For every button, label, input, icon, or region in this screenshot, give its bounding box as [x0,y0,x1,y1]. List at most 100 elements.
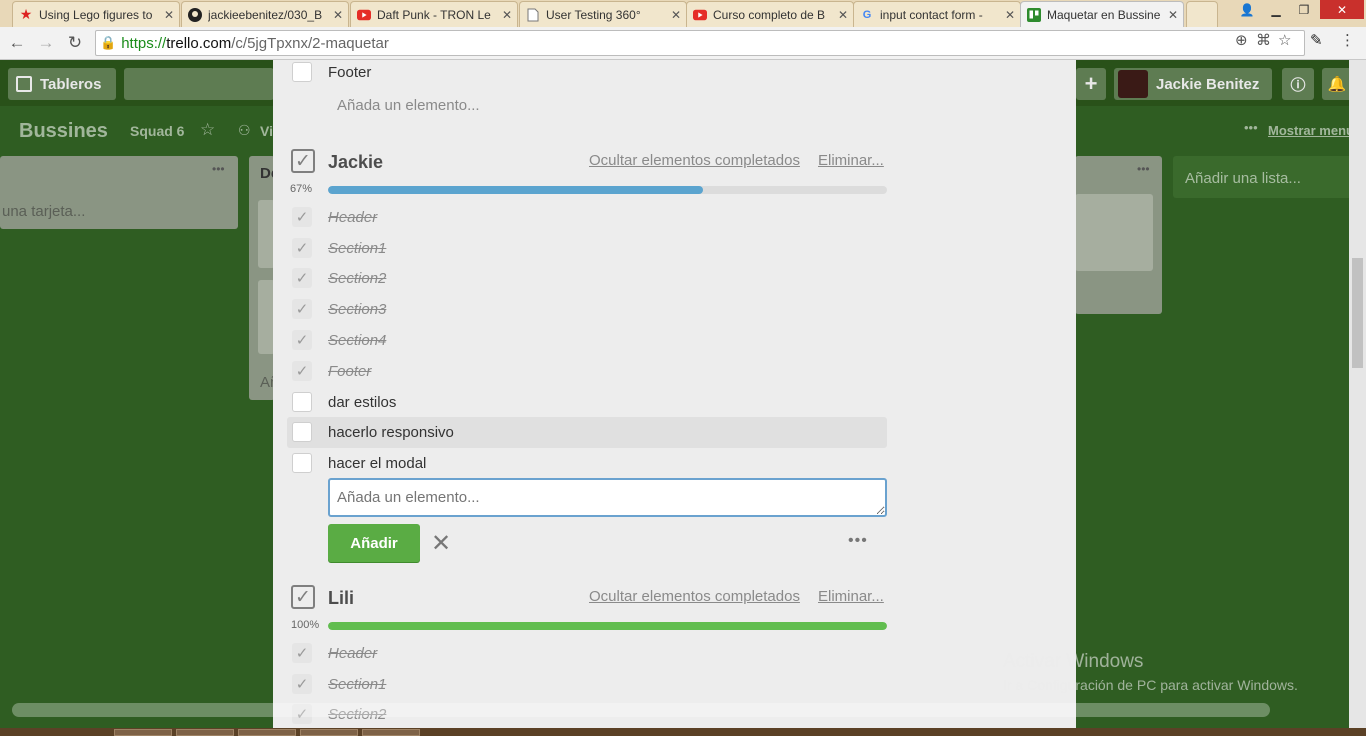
info-icon[interactable]: ⓘ [1282,68,1314,100]
tab-title: Maquetar en Bussine [1047,8,1161,22]
trello-icon [1027,8,1041,22]
checkbox[interactable] [292,392,312,412]
checklist-item-text[interactable]: Section3 [328,301,386,318]
checkbox-checked[interactable]: ✓ [292,207,312,227]
checklist-item-text[interactable]: Section1 [328,240,386,257]
url-host: trello.com [166,34,232,52]
visibility-label[interactable]: Vi [260,123,273,139]
checkbox-checked[interactable]: ✓ [292,361,312,381]
board-search-input[interactable] [124,68,274,100]
taskbar-item[interactable] [176,729,234,736]
tab-curso[interactable]: Curso completo de B ✕ [686,1,854,27]
add-card-link[interactable]: una tarjeta... [2,203,85,220]
checkbox[interactable] [292,453,312,473]
checklist-item-text[interactable]: hacerlo responsivo [328,424,454,441]
checkbox-checked[interactable]: ✓ [292,299,312,319]
hide-completed-link[interactable]: Ocultar elementos completados [589,588,800,605]
checkbox-checked[interactable]: ✓ [292,268,312,288]
url-input[interactable]: 🔒 https://trello.com/c/5jgTpxnx/2-maquet… [95,30,1305,56]
checkbox-checked[interactable]: ✓ [292,674,312,694]
tab-maquetar[interactable]: Maquetar en Bussine ✕ [1020,1,1184,28]
add-item-link[interactable]: Añada un elemento... [337,97,480,114]
taskbar-item[interactable] [238,729,296,736]
vertical-scrollbar[interactable] [1349,60,1366,728]
close-icon[interactable]: ✕ [1005,8,1015,22]
checklist-item-text[interactable]: Section4 [328,332,386,349]
close-icon[interactable]: ✕ [333,8,343,22]
checkbox-checked[interactable]: ✓ [292,643,312,663]
list-card[interactable] [1075,194,1153,271]
list-column: De Añ [249,156,279,400]
minimize-icon[interactable]: ▁ [1262,0,1290,19]
taskbar-item[interactable] [114,729,172,736]
show-menu-link[interactable]: Mostrar menú [1268,123,1354,138]
checklist-item-text[interactable]: Section1 [328,676,386,693]
forward-icon[interactable]: → [35,32,57,54]
back-icon[interactable]: ← [6,32,28,54]
checklist-item-text[interactable]: Footer [328,64,371,81]
close-icon[interactable]: ✕ [430,530,452,557]
checklist-item-text[interactable]: Header [328,645,377,662]
close-icon[interactable]: ✕ [671,8,681,22]
board-title[interactable]: Bussines [19,120,108,143]
user-menu[interactable]: Jackie Benitez [1114,68,1272,100]
close-icon[interactable]: ✕ [838,8,848,22]
avatar [1118,70,1148,98]
translate-icon[interactable]: ⌘ [1256,31,1271,49]
tab-title: input contact form - [880,7,983,22]
delete-checklist-link[interactable]: Eliminar... [818,588,884,605]
checklist-item-text[interactable]: Footer [328,363,371,380]
boards-button[interactable]: Tableros [8,68,116,100]
menu-icon[interactable]: ⋮ [1340,31,1355,49]
taskbar-item[interactable] [300,729,358,736]
checklist-item-text[interactable]: Section2 [328,270,386,287]
scrollbar-thumb[interactable] [1352,258,1363,368]
list-menu-icon[interactable]: ••• [212,162,225,176]
google-icon: G [862,8,872,21]
checkbox-checked[interactable]: ✓ [292,330,312,350]
activation-subtitle: Ir a Configuración de PC para activar Wi… [1003,677,1298,693]
add-icon[interactable]: + [1076,68,1106,100]
checkbox[interactable] [292,62,312,82]
tab-contact-form[interactable]: G input contact form - ✕ [853,1,1021,27]
horizontal-scrollbar[interactable] [12,703,1270,717]
close-icon[interactable]: ✕ [1168,8,1178,22]
window-close-icon[interactable]: ✕ [1320,0,1364,19]
add-list-button[interactable]: Añadir una lista... [1173,156,1353,198]
checklist-item-text[interactable]: Header [328,209,377,226]
more-options-icon[interactable]: ••• [848,532,868,550]
restore-icon[interactable]: ❐ [1290,0,1318,19]
tab-title: User Testing 360° [546,7,641,22]
add-item-button[interactable]: Añadir [328,524,420,562]
hide-completed-link[interactable]: Ocultar elementos completados [589,152,800,169]
tab-github[interactable]: jackieebenitez/030_B ✕ [181,1,349,27]
tab-lego[interactable]: ★ Using Lego figures to ✕ [12,1,180,27]
close-icon[interactable]: ✕ [164,8,174,22]
add-item-input[interactable] [328,478,887,517]
checklist-title[interactable]: Jackie [328,152,383,173]
reload-icon[interactable]: ↻ [64,32,86,54]
boards-label: Tableros [40,75,102,93]
bookmark-star-icon[interactable]: ☆ [1278,31,1291,49]
delete-checklist-link[interactable]: Eliminar... [818,152,884,169]
profile-icon[interactable]: 👤 [1233,0,1261,19]
zoom-icon[interactable]: ⊕ [1235,31,1248,49]
star-icon[interactable]: ☆ [200,120,215,140]
tab-daft-punk[interactable]: Daft Punk - TRON Le ✕ [350,1,518,27]
more-icon[interactable]: ••• [1244,120,1258,135]
checklist-title[interactable]: Lili [328,588,354,609]
new-tab-button[interactable] [1186,1,1218,27]
close-icon[interactable]: ✕ [502,8,512,22]
list-column: ••• una tarjeta... [0,156,238,229]
checklist-item-text[interactable]: hacer el modal [328,455,426,472]
checkbox-checked[interactable]: ✓ [292,238,312,258]
checklist-item-text[interactable]: dar estilos [328,394,396,411]
checkbox[interactable] [292,422,312,442]
list-menu-icon[interactable]: ••• [1137,162,1150,176]
taskbar-item[interactable] [362,729,420,736]
notification-bell-icon[interactable]: 🔔 [1322,68,1352,100]
tab-user-testing[interactable]: User Testing 360° ✕ [519,1,687,27]
extension-icon[interactable]: ✎ [1310,31,1323,49]
visibility-icon[interactable]: ⚇ [238,122,251,139]
team-name[interactable]: Squad 6 [130,123,184,139]
